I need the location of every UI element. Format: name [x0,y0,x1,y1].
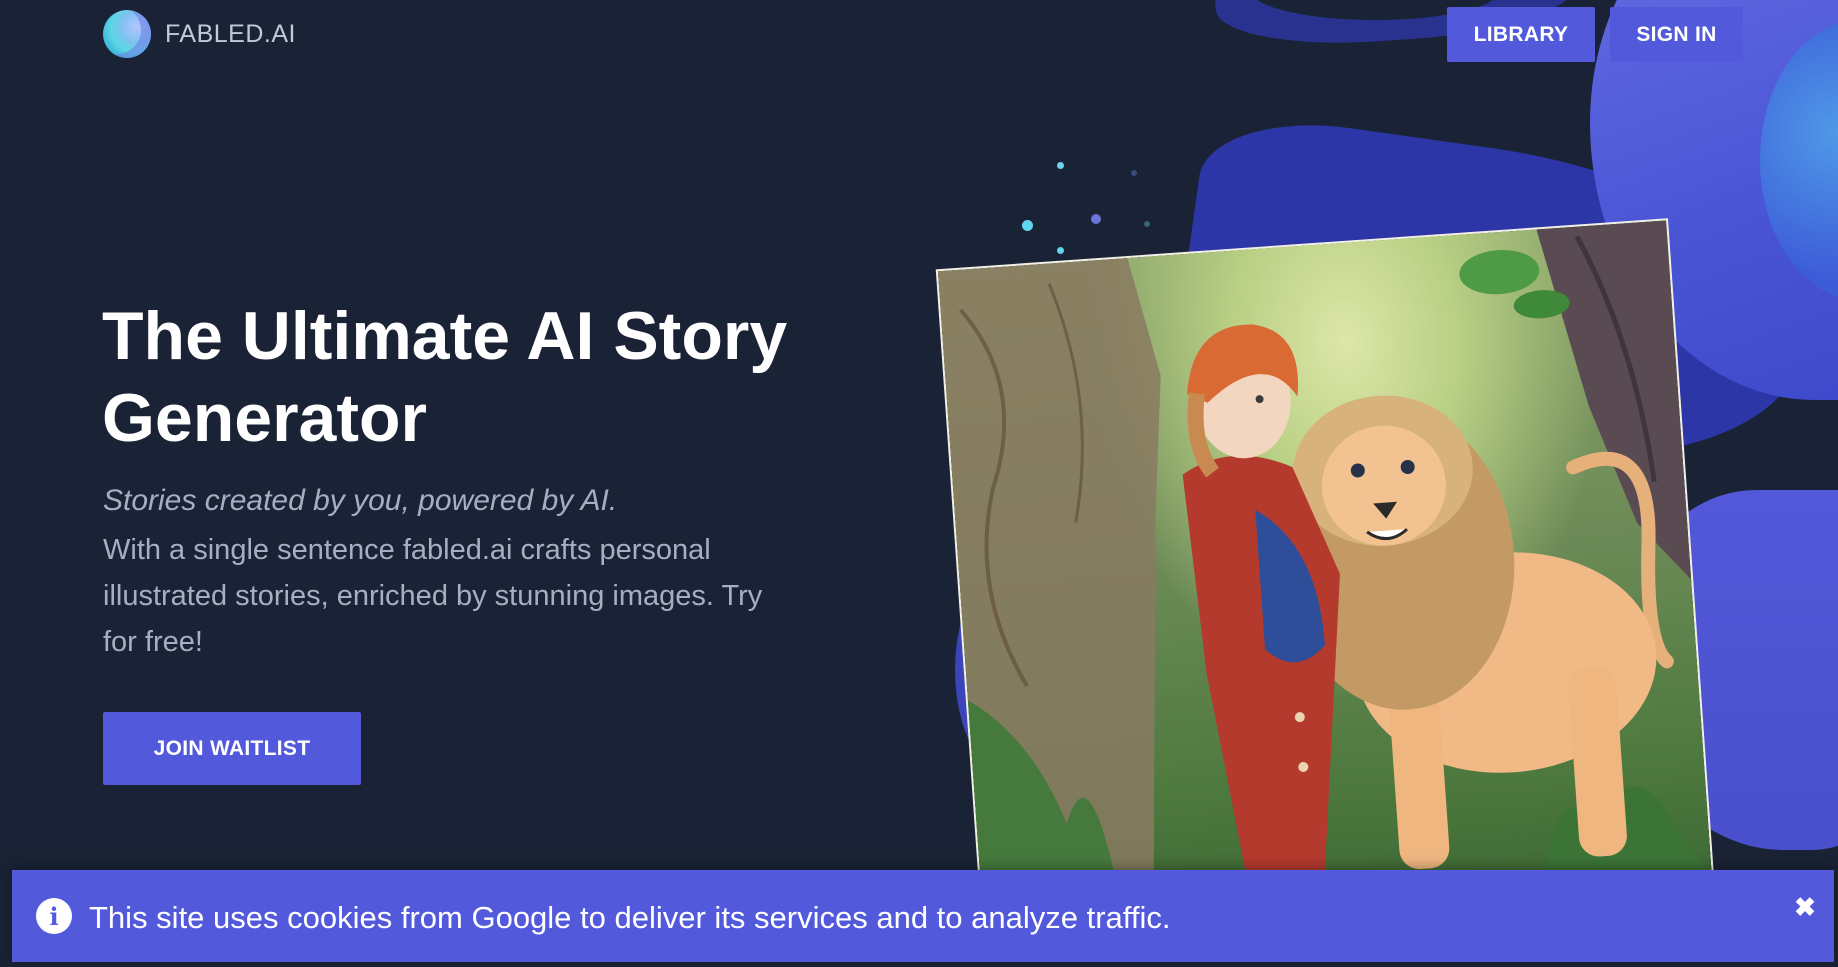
logo-orb-icon [103,10,151,58]
cookie-message: This site uses cookies from Google to de… [89,900,1171,935]
sparkle-dot [1144,221,1150,227]
illustration-art [937,220,1713,930]
hero-tagline: Stories created by you, powered by AI. [103,484,618,517]
sparkle-dot [1057,247,1064,254]
cookie-banner: i This site uses cookies from Google to … [12,870,1834,962]
hero-illustration [937,220,1713,930]
sparkle-dot [1131,170,1137,176]
sparkle-dot [1022,220,1033,231]
library-button[interactable]: LIBRARY [1447,7,1595,62]
close-icon[interactable]: ✖ [1790,892,1820,922]
brand-name: FABLED.AI [165,19,296,48]
hero-description: With a single sentence fabled.ai crafts … [103,534,763,658]
sign-in-button[interactable]: SIGN IN [1610,7,1743,62]
brand-logo[interactable]: FABLED.AI [103,10,296,58]
sparkle-dot [1057,162,1064,169]
site-header: FABLED.AI LIBRARY SIGN IN [0,0,1838,70]
hero-title: The Ultimate AI Story Generator [102,298,788,456]
join-waitlist-button[interactable]: JOIN WAITLIST [103,712,361,785]
info-icon: i [36,898,72,934]
sparkle-dot [1091,214,1101,224]
